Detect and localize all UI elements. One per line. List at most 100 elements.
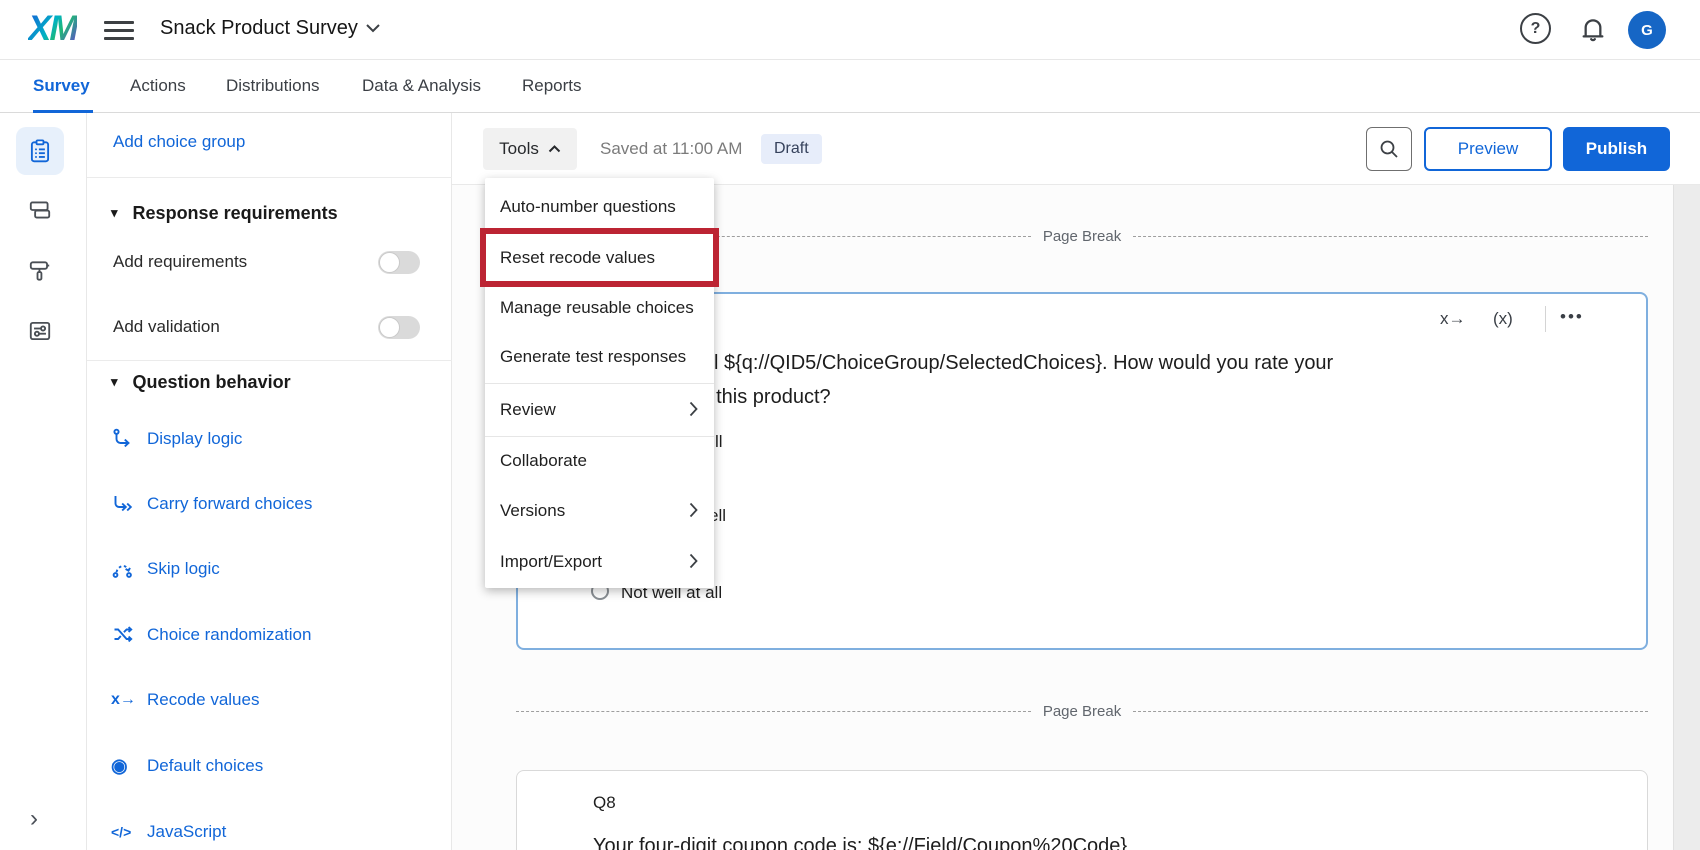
menu-item-manage-reusable-choices[interactable]: Manage reusable choices	[485, 283, 714, 333]
caret-down-icon: ▾	[111, 205, 118, 220]
survey-builder-icon	[27, 138, 53, 164]
project-title[interactable]: Snack Product Survey	[160, 17, 358, 40]
menu-item-label: Review	[500, 400, 556, 420]
recode-values-icon: x→	[111, 691, 137, 709]
display-logic-icon	[111, 428, 137, 450]
menu-item-auto-number-questions[interactable]: Auto-number questions	[485, 182, 714, 232]
toggle-knob	[379, 252, 400, 273]
chevron-right-icon	[689, 502, 698, 518]
sidebar-item-skip-logic[interactable]: Skip logic	[111, 557, 220, 581]
page-break-label: Page Break	[1031, 703, 1133, 720]
menu-item-generate-test-responses[interactable]: Generate test responses	[485, 333, 714, 381]
tab-survey[interactable]: Survey	[33, 60, 90, 112]
dashed-line	[1133, 236, 1648, 237]
sidebar-item-label: Recode values	[147, 690, 259, 710]
menu-item-import-export[interactable]: Import/Export	[485, 537, 714, 587]
section-response-requirements[interactable]: ▾ Response requirements	[111, 203, 338, 224]
blocks-icon[interactable]	[27, 197, 53, 223]
help-icon[interactable]: ?	[1520, 13, 1551, 44]
expand-rail-chevron-icon[interactable]: ›	[30, 805, 38, 833]
preview-button[interactable]: Preview	[1424, 127, 1552, 171]
sidebar-item-choice-randomization[interactable]: Choice randomization	[111, 623, 311, 647]
project-nav-tabs: Survey Actions Distributions Data & Anal…	[0, 60, 1700, 113]
add-choice-group-link[interactable]: Add choice group	[113, 132, 245, 152]
sidebar-item-label: Skip logic	[147, 559, 220, 579]
publish-button[interactable]: Publish	[1563, 127, 1670, 171]
save-status-text: Saved at 11:00 AM	[600, 139, 742, 159]
section-question-behavior[interactable]: ▾ Question behavior	[111, 372, 291, 393]
variable-indicator-icon[interactable]: (x)	[1493, 309, 1513, 329]
sidebar-item-carry-forward-choices[interactable]: Carry forward choices	[111, 492, 312, 516]
survey-toolbar: Tools Saved at 11:00 AM Draft Preview Pu…	[452, 113, 1700, 185]
skip-logic-icon	[111, 558, 137, 580]
sidebar-item-display-logic[interactable]: Display logic	[111, 427, 242, 451]
menu-item-label: Versions	[500, 501, 565, 521]
add-validation-label: Add validation	[113, 317, 220, 337]
chevron-right-icon	[689, 401, 698, 417]
survey-options-icon[interactable]	[27, 318, 53, 344]
xm-logo[interactable]: XM	[28, 9, 77, 49]
vertical-scrollbar[interactable]	[1673, 185, 1700, 850]
sidebar-item-label: Display logic	[147, 429, 242, 449]
tab-reports[interactable]: Reports	[522, 60, 582, 112]
shuffle-icon	[111, 624, 137, 646]
page-break-label: Page Break	[1031, 228, 1133, 245]
menu-item-collaborate[interactable]: Collaborate	[485, 437, 714, 485]
sidebar-item-javascript[interactable]: </> JavaScript	[111, 820, 226, 844]
hamburger-menu-icon[interactable]	[104, 21, 134, 40]
qualtrics-survey-editor: XM Snack Product Survey ? G Survey Actio…	[0, 0, 1700, 850]
search-icon	[1378, 138, 1400, 160]
add-requirements-label: Add requirements	[113, 252, 247, 272]
question-text-line1: l ${q://QID5/ChoiceGroup/SelectedChoices…	[714, 352, 1333, 375]
default-choices-icon: ◉	[111, 755, 137, 778]
tools-button-label: Tools	[499, 139, 539, 159]
top-bar: XM Snack Product Survey ? G	[0, 0, 1700, 60]
add-validation-toggle[interactable]	[378, 316, 420, 339]
sidebar-item-default-choices[interactable]: ◉ Default choices	[111, 754, 263, 778]
rail-item-survey-builder[interactable]	[16, 127, 64, 175]
dashed-line	[1133, 711, 1648, 712]
sidebar-item-label: JavaScript	[147, 822, 226, 842]
add-requirements-toggle[interactable]	[378, 251, 420, 274]
choice-label-fragment: ll	[715, 432, 723, 452]
search-button[interactable]	[1366, 127, 1412, 171]
sidebar-item-label: Carry forward choices	[147, 494, 312, 514]
menu-item-reset-recode-values[interactable]: Reset recode values	[485, 233, 714, 283]
tools-menu-button[interactable]: Tools	[483, 128, 577, 170]
tab-actions[interactable]: Actions	[130, 60, 186, 112]
toggle-knob	[379, 317, 400, 338]
editor-icon-rail: ›	[0, 113, 87, 850]
more-options-icon[interactable]: •••	[1560, 307, 1584, 327]
code-icon: </>	[111, 824, 137, 840]
question-editing-pane: Add choice group ▾ Response requirements…	[87, 113, 452, 850]
question-card-q8[interactable]: Q8 Your four-digit coupon code is: ${e:/…	[516, 770, 1648, 850]
tab-data-analysis[interactable]: Data & Analysis	[362, 60, 481, 112]
question-text-line2: f this product?	[705, 386, 831, 409]
caret-up-icon	[548, 145, 561, 153]
menu-divider	[485, 383, 714, 384]
divider	[1545, 306, 1546, 332]
sidebar-item-label: Choice randomization	[147, 625, 311, 645]
question-number: Q8	[593, 793, 616, 813]
tab-distributions[interactable]: Distributions	[226, 60, 320, 112]
question-text: Your four-digit coupon code is: ${e://Fi…	[593, 835, 1127, 850]
recode-values-indicator-icon[interactable]: x→	[1440, 309, 1466, 329]
status-badge: Draft	[761, 134, 822, 164]
menu-item-label: Import/Export	[500, 552, 602, 572]
carry-forward-icon	[111, 493, 137, 515]
dashed-line	[516, 711, 1031, 712]
tools-dropdown-menu: Auto-number questions Reset recode value…	[485, 178, 714, 588]
menu-item-versions[interactable]: Versions	[485, 486, 714, 536]
sidebar-item-label: Default choices	[147, 756, 263, 776]
chevron-right-icon	[689, 553, 698, 569]
divider	[87, 360, 452, 361]
look-and-feel-icon[interactable]	[27, 258, 53, 284]
menu-item-review[interactable]: Review	[485, 385, 714, 435]
sidebar-item-recode-values[interactable]: x→ Recode values	[111, 688, 259, 712]
divider	[87, 177, 452, 178]
notifications-bell-icon[interactable]	[1577, 13, 1609, 45]
caret-down-icon: ▾	[111, 374, 118, 389]
chevron-down-icon[interactable]	[365, 23, 381, 33]
user-avatar[interactable]: G	[1628, 11, 1666, 49]
page-break-divider: Page Break	[516, 703, 1648, 720]
